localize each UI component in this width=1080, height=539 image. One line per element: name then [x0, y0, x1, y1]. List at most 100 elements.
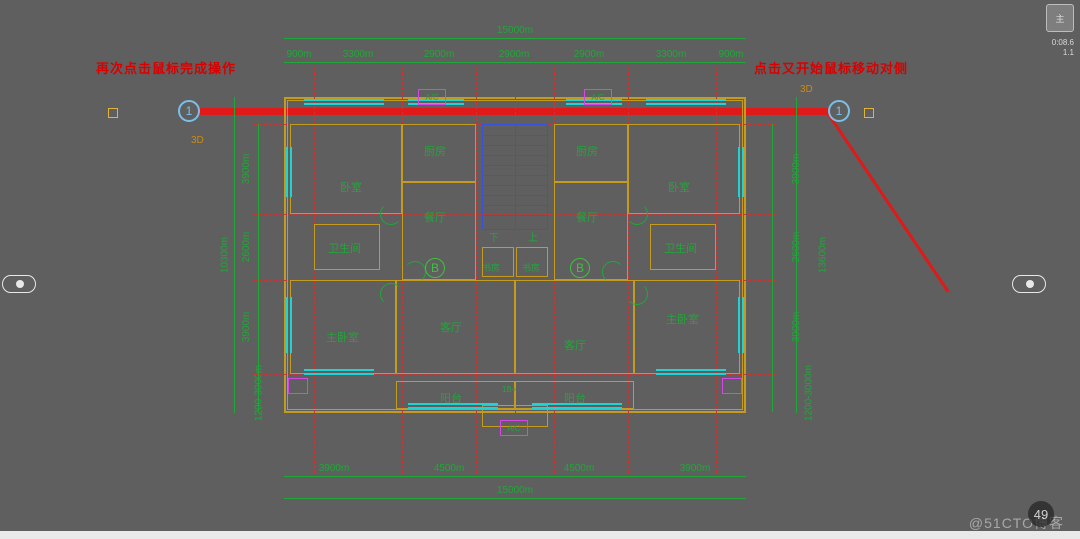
window-icon [304, 99, 384, 105]
ac-unit-small [722, 378, 742, 394]
drag-handle-left[interactable] [108, 108, 118, 118]
dim-label: 1200-3000m [804, 365, 815, 421]
dim-label: 15000m [497, 25, 533, 36]
label-dining-l: 餐厅 [424, 209, 446, 225]
window-icon [738, 147, 744, 197]
dim-label: 900m [718, 49, 743, 60]
door-icon [602, 261, 624, 283]
dim-top-total: 15000m [284, 38, 746, 39]
label-bedroom-tr: 卧室 [668, 179, 690, 195]
ac-unit: A/C [418, 89, 446, 105]
label-bath-r: 卫生间 [664, 240, 697, 256]
window-icon [738, 297, 744, 353]
grid-bubble-b-left[interactable]: B [425, 258, 445, 278]
mini-stat-1: 0:08.6 [1052, 38, 1074, 48]
door-icon [626, 203, 648, 225]
room-master-r [634, 280, 740, 374]
ac-unit: A/C [500, 420, 528, 436]
stair-up-label: 上 [528, 229, 538, 244]
dim-label: 2600m [791, 232, 802, 263]
label-kitchen-r: 厨房 [576, 143, 598, 159]
annotation-left: 再次点击鼠标完成操作 [96, 58, 236, 77]
door-icon [380, 283, 402, 305]
dim-top-seg-1: 3300m [314, 62, 402, 63]
mini-stat-2: 1.1 [1052, 48, 1074, 58]
dim-top-seg-2: 2900m [402, 62, 476, 63]
dim-bot-seg-3: 3900m [644, 476, 746, 477]
view-eye-left-icon[interactable] [2, 275, 36, 293]
label-shufang-r: 书房 [522, 261, 540, 274]
dim-right-seg-2: 3900m [772, 280, 773, 374]
dim-label: 3300m [343, 49, 374, 60]
status-bar [0, 531, 1080, 539]
dim-label: 3900m [241, 312, 252, 343]
grid-bubble-1-right[interactable]: 1 [828, 100, 850, 122]
window-icon [286, 147, 292, 197]
dim-right-seg-0: 3900m [772, 124, 773, 214]
view-eye-right-icon[interactable] [1012, 275, 1046, 293]
door-icon [626, 283, 648, 305]
grid-bubble-b-right[interactable]: B [570, 258, 590, 278]
grid-bubble-1-left[interactable]: 1 [178, 100, 200, 122]
label-master-l: 主卧室 [326, 329, 359, 345]
dim-label: 2900m [574, 49, 605, 60]
dim-label: 4500m [434, 463, 465, 474]
dim-label: 2600m [241, 232, 252, 263]
label-bedroom-tl: 卧室 [340, 179, 362, 195]
room-living-r [515, 280, 634, 374]
window-icon [656, 369, 726, 375]
dim-right-seg-1: 2600m [772, 214, 773, 280]
dim-left-total: 10300m [234, 97, 235, 413]
dim-bot-seg-2: 4500m [514, 476, 644, 477]
dim-top-seg-0: 900m [284, 62, 314, 63]
drag-handle-right[interactable] [864, 108, 874, 118]
dim-right-seg-3: 1200-3000m [772, 374, 773, 412]
dim-top-seg-3: 2900m [476, 62, 552, 63]
label-dining-r: 餐厅 [576, 209, 598, 225]
window-icon [646, 99, 726, 105]
dim-label: 3900m [680, 463, 711, 474]
dim-bot-seg-1: 4500m [384, 476, 514, 477]
label-shufang-l: 书房 [482, 261, 500, 274]
dim-label: 3300m [656, 49, 687, 60]
window-icon [304, 369, 374, 375]
ac-unit-small [288, 378, 308, 394]
cad-canvas[interactable]: 再次点击鼠标完成操作 点击又开始鼠标移动对侧 1 1 3D 3D 主 0:08.… [0, 0, 1080, 539]
dim-bot-seg-0: 3900m [284, 476, 384, 477]
dim-label: 900m [286, 49, 311, 60]
mini-stat: 0:08.6 1.1 [1052, 38, 1074, 57]
label-balcony-l: 阳台 [440, 390, 462, 406]
dim-label: 3900m [319, 463, 350, 474]
dim-label: 4500m [564, 463, 595, 474]
dim-label: 3900m [241, 154, 252, 185]
ac-unit: A/C [584, 89, 612, 105]
dim-top-seg-6: 900m [716, 62, 746, 63]
dim-bot-total: 15000m [284, 498, 746, 499]
dim-label: 2900m [424, 49, 455, 60]
dim-label: 3900m [791, 312, 802, 343]
window-icon [286, 297, 292, 353]
label-kitchen-l: 厨房 [424, 143, 446, 159]
room-bedroom-tr [628, 124, 740, 214]
label-bath-l: 卫生间 [328, 240, 361, 256]
highlight-diagonal [827, 113, 950, 293]
door-icon [380, 203, 402, 225]
stair-down-label: 下 [489, 229, 499, 244]
dim-label: 15000m [497, 485, 533, 496]
gridline-v [476, 67, 477, 473]
dim-left-seg-0: 3900m [258, 124, 259, 214]
staircase [482, 124, 548, 230]
dim-label: 2900m [499, 49, 530, 60]
annotation-right: 点击又开始鼠标移动对侧 [754, 58, 908, 77]
dim-left-seg-1: 2600m [258, 214, 259, 280]
label-living-r: 客厅 [564, 337, 586, 353]
page-number-badge: 49 [1028, 501, 1054, 527]
dim-label: 10300m [220, 237, 231, 273]
floor-plan[interactable]: 下 上 A/C A/C [284, 97, 746, 413]
dim-label: 3900m [791, 154, 802, 185]
door-icon [404, 261, 426, 283]
viewcube[interactable]: 主 [1046, 4, 1074, 32]
label-balcony-r: 阳台 [564, 390, 586, 406]
marker-3d-left: 3D [191, 135, 204, 146]
dim-top-seg-4: 2900m [552, 62, 626, 63]
